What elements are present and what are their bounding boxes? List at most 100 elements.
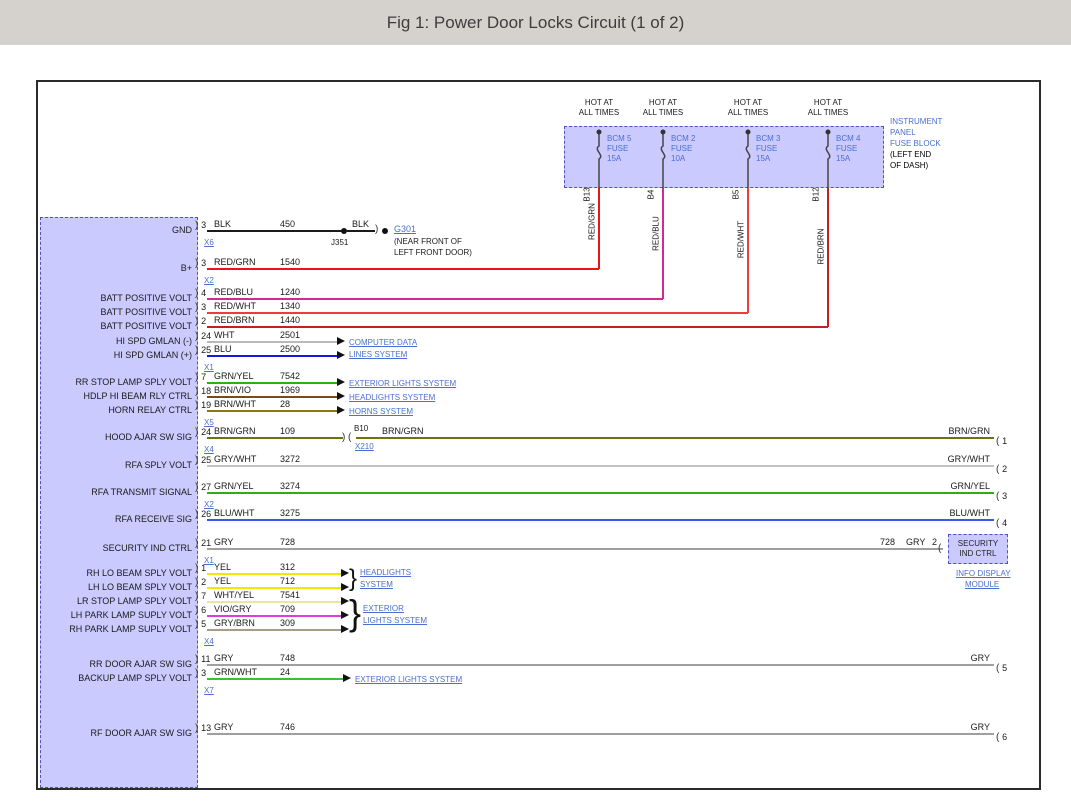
hot-at-all-times-label: HOT AT ALL TIMES [727, 98, 769, 117]
circuit-number: 450 [280, 219, 296, 229]
wire [207, 664, 994, 666]
right-pin-number: 5 [996, 663, 1007, 674]
wire [347, 230, 375, 232]
connector-link-x7[interactable]: X7 [204, 686, 214, 695]
wire [207, 230, 343, 232]
system-link-computer-data[interactable]: COMPUTER DATA [349, 338, 417, 348]
circuit-number: 746 [280, 722, 296, 732]
fuse-symbol [596, 129, 602, 188]
circuit-number: 3274 [280, 481, 301, 491]
arrow-icon [337, 337, 345, 345]
circuit-number: 748 [280, 653, 296, 663]
system-link-exterior-lights[interactable]: EXTERIOR LIGHTS SYSTEM [349, 379, 456, 389]
wire [207, 268, 599, 270]
wire [207, 382, 337, 384]
wire [207, 601, 341, 603]
pin-number: 2 [195, 316, 206, 327]
security-pin-number: 2 [932, 537, 938, 547]
fuse-symbol [660, 129, 666, 188]
wire-color-label: GRY/BRN [214, 618, 255, 628]
circuit-number: 28 [280, 399, 291, 409]
wire [207, 298, 663, 300]
fuse-label-bcm4[interactable]: BCM 4 FUSE 15A [836, 134, 860, 164]
system-link-headlights[interactable]: HEADLIGHTS SYSTEM [349, 393, 435, 403]
wire-color-label: WHT [214, 330, 235, 340]
system-link-exterior-lights[interactable]: LIGHTS SYSTEM [363, 616, 427, 626]
brace: } [349, 592, 362, 633]
system-link-headlights[interactable]: SYSTEM [360, 580, 393, 590]
pin-number: 2 [195, 577, 206, 588]
figure-title-bar: Fig 1: Power Door Locks Circuit (1 of 2) [0, 0, 1071, 45]
circuit-number: 3275 [280, 508, 301, 518]
module-pin-label: HORN RELAY CTRL [108, 405, 192, 415]
module-pin-label: BATT POSITIVE VOLT [100, 307, 192, 317]
wire-color-label-right: GRN/YEL [950, 481, 990, 491]
component-link-info-display-module[interactable]: MODULE [965, 580, 999, 590]
right-pin-number: 3 [996, 491, 1007, 502]
arrow-icon [341, 597, 349, 605]
fuse-label-bcm2[interactable]: BCM 2 FUSE 10A [671, 134, 695, 164]
wire [207, 355, 337, 357]
system-link-exterior-lights[interactable]: EXTERIOR LIGHTS SYSTEM [355, 675, 462, 685]
connector-link-x4[interactable]: X4 [204, 637, 214, 646]
right-pin-number: 4 [996, 518, 1007, 529]
ground-location: LEFT FRONT DOOR) [394, 248, 472, 257]
module-pin-label: GND [172, 225, 192, 235]
wire [207, 548, 943, 550]
wire-color-label: GRY [906, 537, 926, 547]
arrow-icon [341, 569, 349, 577]
module-pin-label: RH PARK LAMP SUPLY VOLT [69, 624, 192, 634]
arrow-icon [341, 583, 349, 591]
wire [827, 188, 829, 327]
circuit-number: 109 [280, 426, 296, 436]
wire-color-label: BRN/VIO [214, 385, 252, 395]
ground-ref-link[interactable]: G301 [394, 224, 416, 235]
fuse-label-bcm3[interactable]: BCM 3 FUSE 15A [756, 134, 780, 164]
wire-color-label: BRN/WHT [214, 399, 256, 409]
right-pin-number: 2 [996, 464, 1007, 475]
wire-color-label: WHT/YEL [214, 590, 255, 600]
splice-label: J351 [331, 238, 349, 247]
system-link-exterior-lights[interactable]: EXTERIOR [363, 604, 404, 614]
security-box-label: SECURITY [957, 539, 999, 548]
system-link-horns[interactable]: HORNS SYSTEM [349, 407, 413, 417]
diagram-canvas: HOT AT ALL TIMES HOT AT ALL TIMES HOT AT AL… [36, 80, 1041, 790]
wire [598, 188, 600, 269]
circuit-number: 709 [280, 604, 296, 614]
connector-link-x5[interactable]: X5 [204, 418, 214, 427]
circuit-number: 728 [280, 537, 296, 547]
component-link-info-display-module[interactable]: INFO DISPLAY [956, 569, 1011, 579]
module-pin-label: RR STOP LAMP SPLY VOLT [75, 377, 192, 387]
circuit-number: 1340 [280, 301, 301, 311]
module-pin-label: LR STOP LAMP SPLY VOLT [76, 596, 192, 606]
connector-link-x4[interactable]: X4 [204, 445, 214, 454]
connector-link-x2[interactable]: X2 [204, 276, 214, 285]
wire-color-label: GRN/WHT [214, 667, 257, 677]
connector-link-x210[interactable]: X210 [355, 442, 374, 452]
hot-at-all-times-label: HOT AT ALL TIMES [807, 98, 849, 117]
wire-color-label-right: BRN/GRN [948, 426, 990, 436]
system-link-headlights[interactable]: HEADLIGHTS [360, 568, 411, 578]
wire [207, 587, 341, 589]
connector-link-x6[interactable]: X6 [204, 238, 214, 247]
module-pin-label: RF DOOR AJAR SW SIG [90, 728, 192, 738]
arrow-icon [337, 378, 345, 386]
ground-dot [382, 228, 388, 234]
connector-link-x2[interactable]: X2 [204, 500, 214, 509]
wire [207, 573, 341, 575]
right-pin-number: 6 [996, 732, 1007, 743]
circuit-number: 2500 [280, 344, 301, 354]
system-link-computer-data[interactable]: LINES SYSTEM [349, 350, 407, 360]
wire-color-label: BRN/GRN [382, 426, 424, 436]
wire-color-label-right: BLU/WHT [949, 508, 991, 518]
circuit-number: 2501 [280, 330, 301, 340]
circuit-number: 3272 [280, 454, 301, 464]
module-pin-label: RR DOOR AJAR SW SIG [89, 659, 192, 669]
connector-link-x1[interactable]: X1 [204, 363, 214, 372]
fuse-label-bcm5[interactable]: BCM 5 FUSE 15A [607, 134, 631, 164]
module-pin-label: RFA TRANSMIT SIGNAL [91, 487, 192, 497]
wire-color-label: RED/BLU [214, 287, 254, 297]
module-pin-label: HOOD AJAR SW SIG [104, 432, 192, 442]
wire-color-label: GRY [214, 537, 234, 547]
arrow-icon [337, 351, 345, 359]
